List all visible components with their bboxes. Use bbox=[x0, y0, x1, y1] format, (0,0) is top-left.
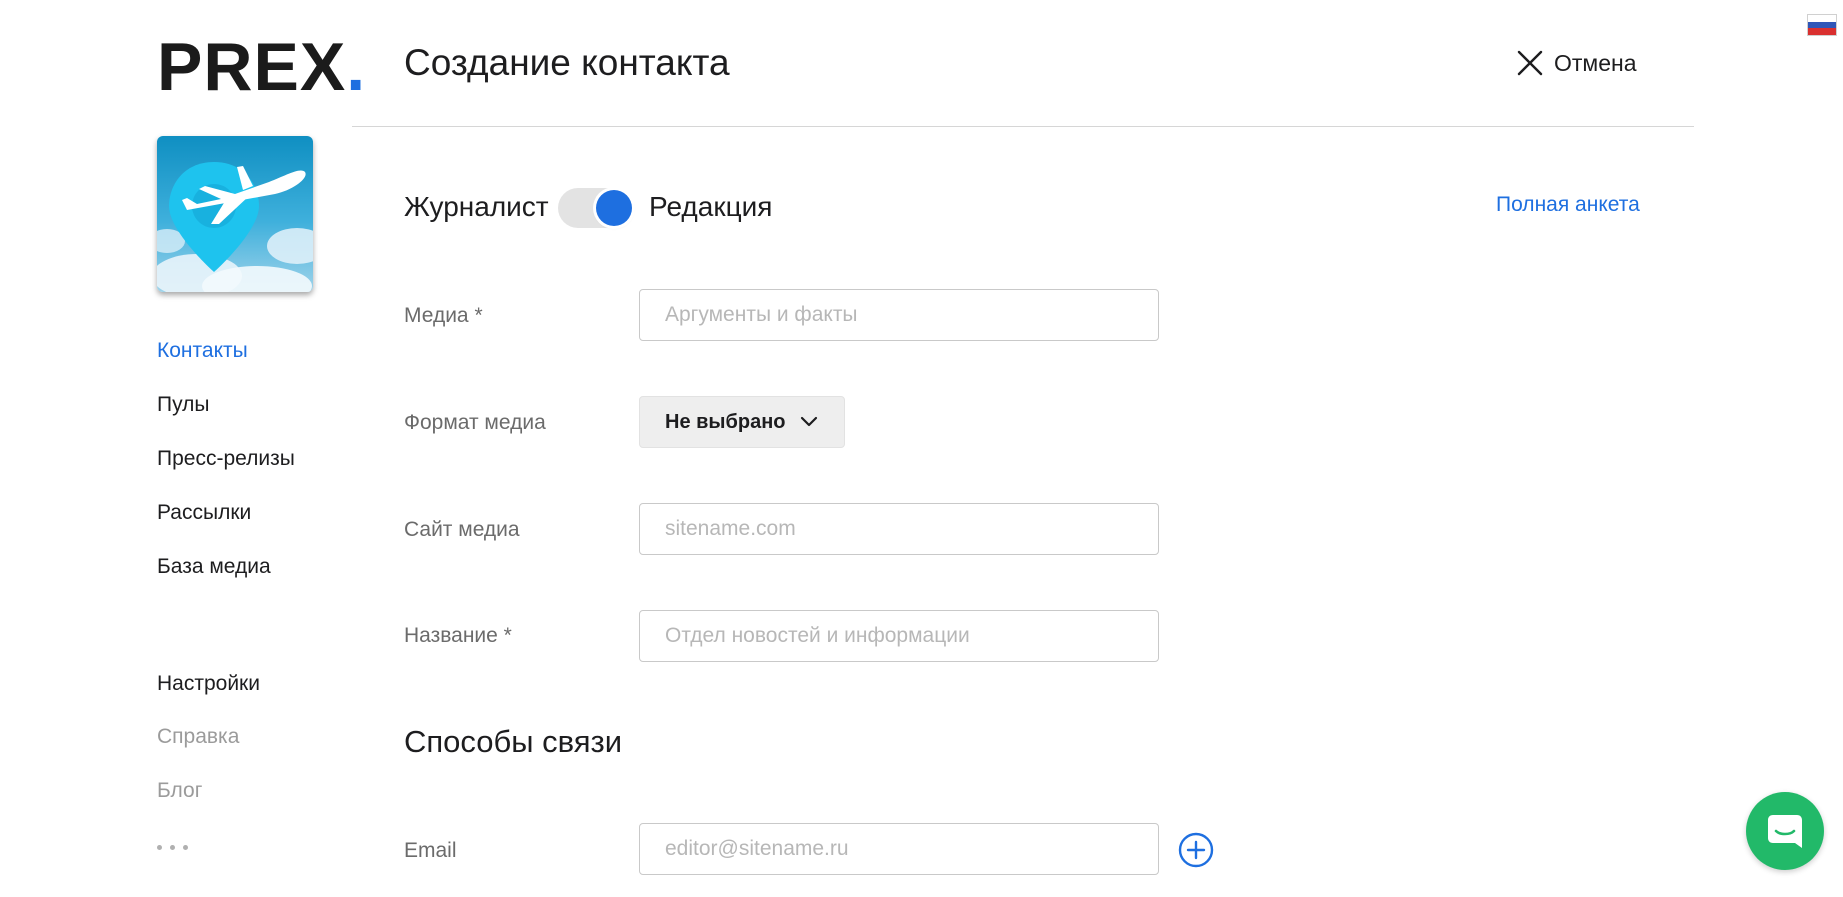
sidebar-item-press-releases[interactable]: Пресс-релизы bbox=[157, 446, 295, 472]
header-divider bbox=[352, 126, 1694, 127]
email-input[interactable] bbox=[639, 823, 1159, 875]
chevron-down-icon bbox=[800, 416, 817, 427]
sidebar-item-media-base[interactable]: База медиа bbox=[157, 554, 271, 580]
media-input[interactable] bbox=[639, 289, 1159, 341]
type-toggle[interactable] bbox=[558, 188, 634, 228]
cancel-label: Отмена bbox=[1554, 49, 1637, 76]
media-format-value: Не выбрано bbox=[665, 410, 786, 433]
toggle-knob bbox=[596, 190, 632, 226]
close-icon bbox=[1517, 50, 1543, 76]
sidebar-item-blog[interactable]: Блог bbox=[157, 778, 202, 804]
name-input[interactable] bbox=[639, 610, 1159, 662]
page-title: Создание контакта bbox=[404, 42, 730, 83]
brand-dot: . bbox=[346, 29, 367, 105]
media-site-label: Сайт медиа bbox=[404, 518, 520, 541]
media-site-input[interactable] bbox=[639, 503, 1159, 555]
sidebar-item-contacts[interactable]: Контакты bbox=[157, 338, 248, 364]
media-format-select[interactable]: Не выбрано bbox=[639, 396, 845, 448]
contacts-section-title: Способы связи bbox=[404, 724, 623, 759]
email-label: Email bbox=[404, 839, 457, 862]
sidebar-item-pools[interactable]: Пулы bbox=[157, 392, 209, 418]
airplane-location-pin-icon bbox=[157, 136, 313, 292]
chat-bubble-icon bbox=[1768, 815, 1802, 848]
name-label: Название * bbox=[404, 624, 512, 647]
more-icon[interactable] bbox=[155, 840, 195, 854]
avatar[interactable] bbox=[157, 136, 313, 292]
chat-button[interactable] bbox=[1746, 792, 1824, 870]
sidebar-item-mailings[interactable]: Рассылки bbox=[157, 500, 251, 526]
cancel-button[interactable]: Отмена bbox=[1516, 46, 1637, 80]
plus-circle-icon bbox=[1178, 832, 1214, 868]
media-label: Медиа * bbox=[404, 304, 483, 327]
full-form-link[interactable]: Полная анкета bbox=[1496, 192, 1640, 218]
media-format-label: Формат медиа bbox=[404, 411, 546, 434]
add-email-button[interactable] bbox=[1178, 832, 1214, 868]
sidebar-item-help[interactable]: Справка bbox=[157, 724, 239, 750]
toggle-left-label[interactable]: Журналист bbox=[404, 190, 549, 224]
brand-name: PREX bbox=[157, 29, 347, 105]
brand-logo[interactable]: PREX. bbox=[157, 26, 366, 108]
ru-flag-icon[interactable] bbox=[1807, 14, 1837, 36]
toggle-right-label[interactable]: Редакция bbox=[649, 190, 772, 224]
sidebar-item-settings[interactable]: Настройки bbox=[157, 671, 260, 697]
